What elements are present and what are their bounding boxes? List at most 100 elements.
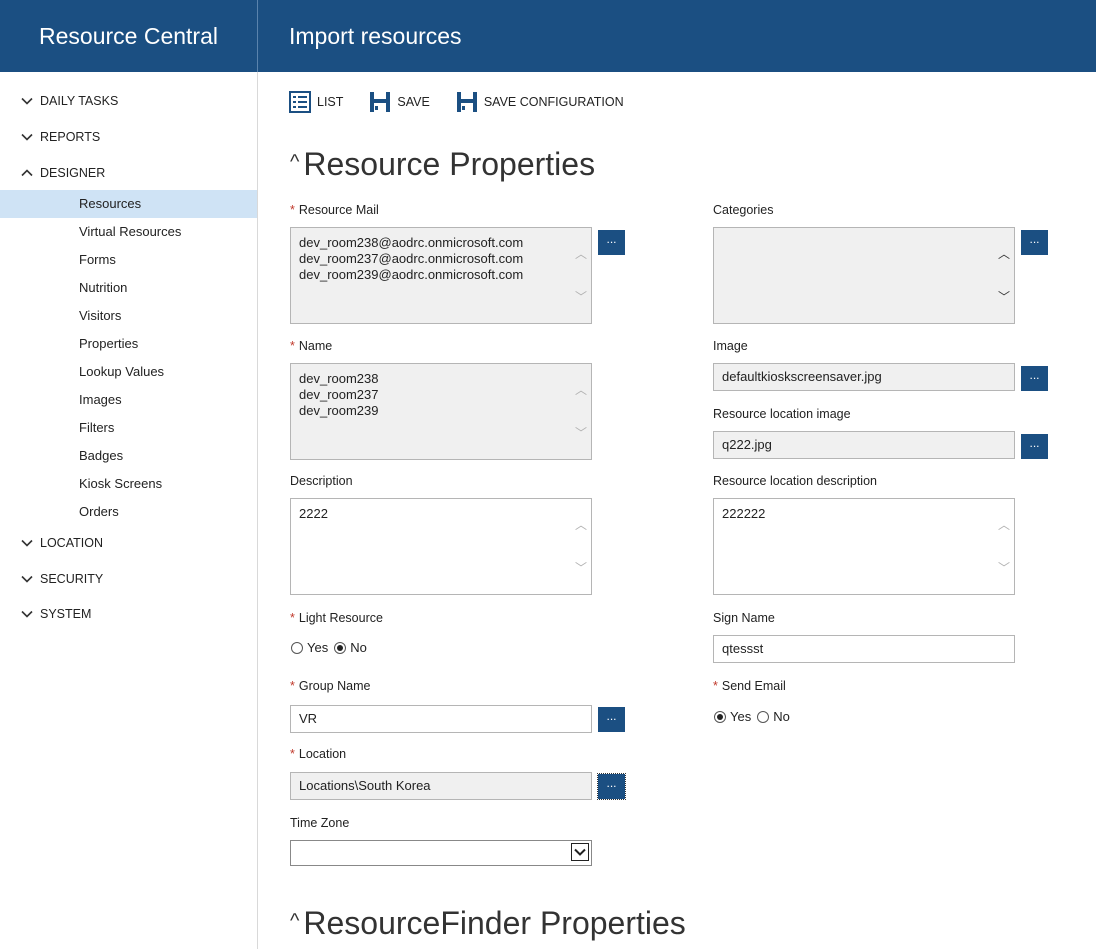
scroll-down-icon[interactable]: ﹀ xyxy=(575,562,587,574)
scroll-down-icon[interactable]: ﹀ xyxy=(575,427,587,439)
nav-section-security[interactable]: SECURITY xyxy=(20,572,103,586)
chevron-up-icon xyxy=(21,169,33,177)
sidebar-item-images[interactable]: Images xyxy=(0,386,257,414)
nav-section-designer[interactable]: DESIGNER xyxy=(20,166,105,180)
location-value: Locations\South Korea xyxy=(299,778,431,793)
resource-mail-field[interactable]: dev_room238@aodrc.onmicrosoft.com dev_ro… xyxy=(290,227,592,324)
description-value: 2222 xyxy=(299,506,328,521)
sidebar-item-lookup-values[interactable]: Lookup Values xyxy=(0,358,257,386)
scroll-up-icon[interactable]: ︿ xyxy=(998,248,1010,260)
sidebar-item-resources[interactable]: Resources xyxy=(0,190,257,218)
resource-location-image-value: q222.jpg xyxy=(722,437,772,452)
resource-location-image-label: Resource location image xyxy=(713,407,851,421)
scrollbar[interactable]: ︿ ﹀ xyxy=(571,499,591,594)
sidebar-item-forms[interactable]: Forms xyxy=(0,246,257,274)
sidebar: DAILY TASKS REPORTS DESIGNER Resources V… xyxy=(0,72,258,949)
image-input[interactable]: defaultkioskscreensaver.jpg xyxy=(713,363,1015,391)
light-resource-label-text: Light Resource xyxy=(298,611,383,625)
section-header-resourcefinder-properties[interactable]: ^ ResourceFinder Properties xyxy=(290,905,686,942)
location-label: * Location xyxy=(290,747,346,761)
resource-location-image-browse-button[interactable]: ... xyxy=(1021,434,1048,459)
sidebar-item-nutrition[interactable]: Nutrition xyxy=(0,274,257,302)
sign-name-input[interactable]: qtessst xyxy=(713,635,1015,663)
light-resource-yes-radio[interactable] xyxy=(291,641,303,654)
collapse-icon: ^ xyxy=(290,910,300,932)
location-input[interactable]: Locations\South Korea xyxy=(290,772,592,800)
scrollbar[interactable]: ︿ ﹀ xyxy=(571,228,591,323)
sign-name-label: Sign Name xyxy=(713,611,775,625)
scroll-down-icon[interactable]: ﹀ xyxy=(998,291,1010,303)
sidebar-item-kiosk-screens[interactable]: Kiosk Screens xyxy=(0,470,257,498)
send-email-radio-group: Yes No xyxy=(714,709,796,724)
app-title[interactable]: Resource Central xyxy=(0,0,258,72)
scroll-down-icon[interactable]: ﹀ xyxy=(998,562,1010,574)
send-email-label-text: Send Email xyxy=(721,679,786,693)
section-header-resource-properties[interactable]: ^ Resource Properties xyxy=(290,146,595,183)
image-value: defaultkioskscreensaver.jpg xyxy=(722,369,882,384)
location-label-text: Location xyxy=(298,747,347,761)
name-label: * Name xyxy=(290,339,332,353)
chevron-down-icon[interactable] xyxy=(571,843,589,861)
save-button-label: SAVE xyxy=(397,95,430,109)
sidebar-item-filters[interactable]: Filters xyxy=(0,414,257,442)
name-field[interactable]: dev_room238 dev_room237 dev_room239 ︿ ﹀ xyxy=(290,363,592,460)
nav-section-location[interactable]: LOCATION xyxy=(20,536,103,550)
resource-mail-value: dev_room238@aodrc.onmicrosoft.com xyxy=(299,235,524,250)
nav-section-system[interactable]: SYSTEM xyxy=(20,607,91,621)
time-zone-select[interactable] xyxy=(290,840,592,866)
light-resource-no-radio[interactable] xyxy=(334,641,347,654)
name-label-text: Name xyxy=(298,339,333,353)
send-email-yes-radio[interactable] xyxy=(714,710,726,723)
sidebar-item-properties[interactable]: Properties xyxy=(0,330,257,358)
sidebar-item-visitors[interactable]: Visitors xyxy=(0,302,257,330)
required-marker: * xyxy=(290,611,295,625)
list-icon xyxy=(289,91,311,113)
resource-location-description-label: Resource location description xyxy=(713,474,877,488)
scrollbar[interactable]: ︿ ﹀ xyxy=(994,499,1014,594)
group-name-label: * Group Name xyxy=(290,679,370,693)
resource-location-image-input[interactable]: q222.jpg xyxy=(713,431,1015,459)
group-name-label-text: Group Name xyxy=(298,679,371,693)
resource-location-description-field[interactable]: 222222 ︿ ﹀ xyxy=(713,498,1015,595)
description-field[interactable]: 2222 ︿ ﹀ xyxy=(290,498,592,595)
scroll-down-icon[interactable]: ﹀ xyxy=(575,291,587,303)
chevron-down-icon xyxy=(21,97,33,105)
description-label: Description xyxy=(290,474,353,488)
image-browse-button[interactable]: ... xyxy=(1021,366,1048,391)
resource-mail-value: dev_room237@aodrc.onmicrosoft.com xyxy=(299,251,524,266)
group-name-input[interactable]: VR xyxy=(290,705,592,733)
radio-label: No xyxy=(773,709,790,724)
chevron-down-icon xyxy=(21,575,33,583)
location-browse-button[interactable]: ... xyxy=(597,773,626,800)
toolbar: LIST SAVE SAVE CONFIGURATION xyxy=(289,90,650,114)
scroll-up-icon[interactable]: ︿ xyxy=(575,519,587,531)
nav-section-reports[interactable]: REPORTS xyxy=(20,130,100,144)
save-configuration-button[interactable]: SAVE CONFIGURATION xyxy=(456,91,624,113)
categories-label: Categories xyxy=(713,203,774,217)
scroll-up-icon[interactable]: ︿ xyxy=(575,248,587,260)
send-email-label: * Send Email xyxy=(713,679,786,693)
list-button-label: LIST xyxy=(317,95,344,109)
scrollbar[interactable]: ︿ ﹀ xyxy=(994,228,1014,323)
resource-mail-browse-button[interactable]: ... xyxy=(598,230,625,255)
sidebar-item-badges[interactable]: Badges xyxy=(0,442,257,470)
required-marker: * xyxy=(713,679,718,693)
list-button[interactable]: LIST xyxy=(289,91,343,113)
group-name-browse-button[interactable]: ... xyxy=(598,707,625,732)
sidebar-item-virtual-resources[interactable]: Virtual Resources xyxy=(0,218,257,246)
scroll-up-icon[interactable]: ︿ xyxy=(998,519,1010,531)
save-configuration-button-label: SAVE CONFIGURATION xyxy=(483,95,624,109)
save-button[interactable]: SAVE xyxy=(369,91,430,113)
header-bar: Resource Central Import resources xyxy=(0,0,1096,72)
sign-name-value: qtessst xyxy=(722,641,764,656)
send-email-no-radio[interactable] xyxy=(757,710,770,723)
categories-browse-button[interactable]: ... xyxy=(1021,230,1048,255)
scroll-up-icon[interactable]: ︿ xyxy=(575,384,587,396)
categories-field[interactable]: ︿ ﹀ xyxy=(713,227,1015,324)
time-zone-label: Time Zone xyxy=(290,816,350,830)
nav-section-daily-tasks[interactable]: DAILY TASKS xyxy=(20,94,118,108)
scrollbar[interactable]: ︿ ﹀ xyxy=(571,364,591,459)
nav-section-label: DESIGNER xyxy=(40,166,106,180)
resource-mail-label-text: Resource Mail xyxy=(298,203,379,217)
sidebar-item-orders[interactable]: Orders xyxy=(0,498,257,526)
